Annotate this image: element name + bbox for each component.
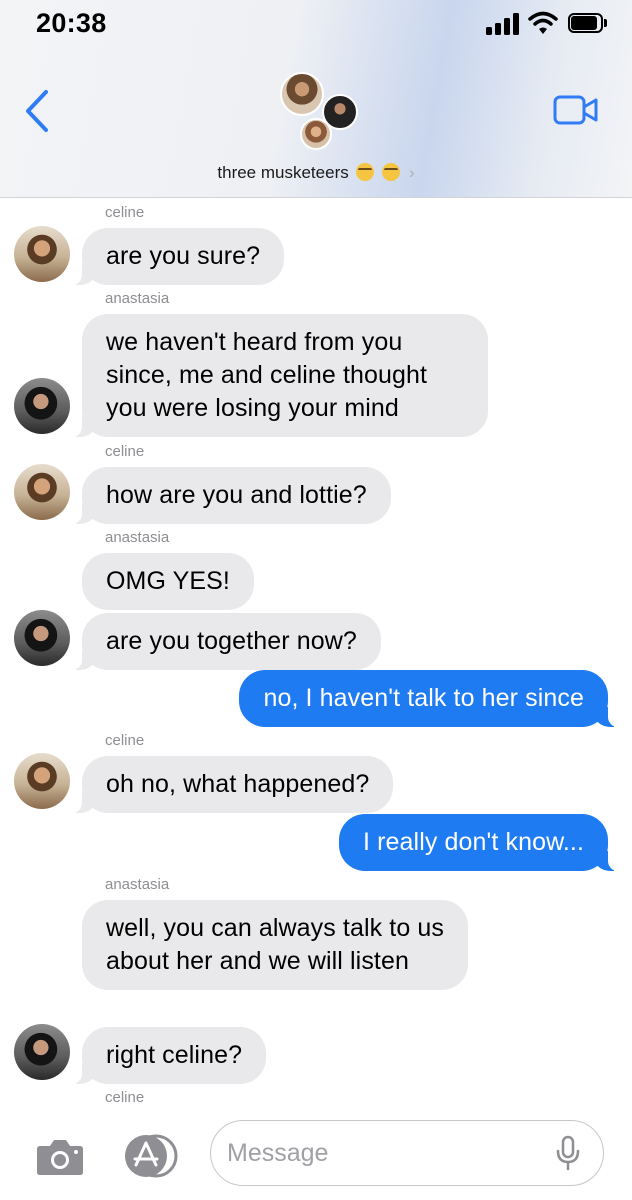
sender-name: celine (105, 204, 145, 221)
message-text: no, I haven't talk to her since (263, 684, 584, 712)
incoming-message[interactable]: well, you can always talk to us about he… (82, 900, 468, 990)
sender-name: anastasia (105, 529, 170, 546)
message-text: we haven't heard from you since, me and … (106, 328, 428, 422)
smiling-face-with-glasses-icon (382, 163, 401, 181)
microphone-button[interactable] (555, 1135, 581, 1171)
outgoing-message[interactable]: no, I haven't talk to her since (239, 670, 618, 727)
sender-name: anastasia (105, 290, 170, 307)
sender-name: celine (105, 732, 145, 749)
avatar (14, 464, 70, 520)
video-call-button[interactable] (553, 95, 599, 125)
avatar (14, 378, 70, 434)
avatar (280, 72, 324, 116)
message-text: I really don't know... (363, 828, 584, 856)
avatar (14, 753, 70, 809)
avatar (300, 118, 332, 150)
camera-button[interactable] (36, 1136, 84, 1176)
back-chevron-icon (26, 90, 48, 132)
message-input[interactable]: Message (210, 1120, 604, 1186)
avatar (14, 226, 70, 282)
app-store-icon (125, 1134, 178, 1178)
message-text: are you sure? (106, 242, 261, 270)
video-camera-icon (553, 95, 598, 125)
smiling-face-with-glasses-icon (356, 163, 375, 181)
message-text: how are you and lottie? (106, 481, 367, 509)
incoming-message[interactable]: how are you and lottie? (72, 467, 391, 524)
incoming-message[interactable]: are you sure? (71, 228, 285, 285)
outgoing-message[interactable]: I really don't know... (339, 814, 618, 871)
compose-bar: Message (0, 1110, 632, 1200)
avatar (14, 1024, 70, 1080)
back-button[interactable] (22, 88, 56, 134)
group-name-button[interactable]: three musketeers › (0, 163, 632, 183)
sender-name: celine (105, 1089, 145, 1106)
message-placeholder: Message (227, 1139, 329, 1167)
status-time: 20:38 (36, 8, 107, 38)
message-text: OMG YES! (106, 567, 230, 595)
chevron-right-icon: › (408, 163, 415, 182)
message-text: right celine? (106, 1041, 243, 1069)
microphone-icon (556, 1135, 580, 1171)
status-bar: 20:38 (0, 0, 632, 60)
group-name: three musketeers (217, 163, 349, 182)
incoming-message[interactable]: right celine? (71, 1027, 267, 1084)
incoming-message[interactable]: OMG YES! (82, 553, 254, 610)
sender-name: celine (105, 443, 145, 460)
incoming-message[interactable]: we haven't heard from you since, me and … (72, 314, 488, 437)
message-text: are you together now? (106, 627, 357, 655)
battery-icon (568, 13, 608, 33)
group-avatar-cluster[interactable] (276, 72, 360, 152)
cellular-signal-icon (486, 13, 520, 35)
wifi-icon (528, 10, 558, 36)
camera-icon (37, 1140, 83, 1175)
message-text: oh no, what happened? (106, 770, 370, 798)
incoming-message[interactable]: are you together now? (72, 613, 381, 670)
app-store-button[interactable] (122, 1134, 180, 1178)
avatar (14, 610, 70, 666)
message-text: well, you can always talk to us about he… (106, 914, 444, 975)
sender-name: anastasia (105, 876, 170, 893)
incoming-message[interactable]: oh no, what happened? (71, 756, 394, 813)
message-list[interactable]: celine are you sure? anastasia we haven'… (0, 198, 632, 1110)
